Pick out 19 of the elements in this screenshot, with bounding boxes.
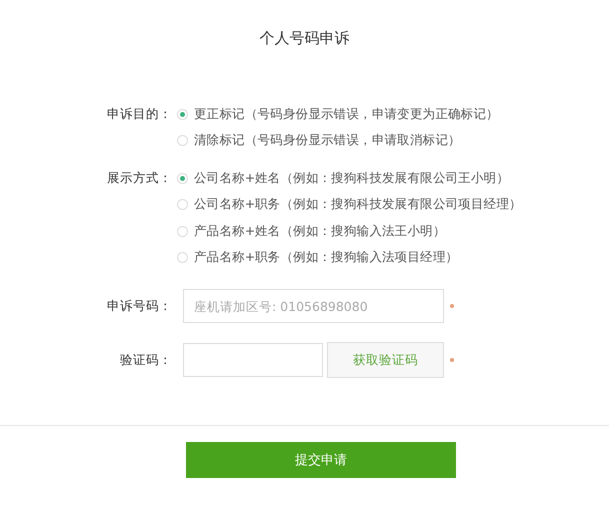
page-title: 个人号码申诉	[258, 28, 350, 49]
radio-label[interactable]: 产品名称+姓名（例如：搜狗输入法王小明）	[194, 222, 446, 240]
radio-label[interactable]: 更正标记（号码身份显示错误，申请变更为正确标记）	[194, 106, 499, 123]
radio-label[interactable]: 产品名称+职务（例如：搜狗输入法项目经理）	[194, 249, 458, 266]
radio-button[interactable]	[177, 135, 188, 146]
field-label: 展示方式：	[106, 169, 172, 187]
radio-button[interactable]	[177, 172, 188, 184]
radio-button[interactable]	[177, 199, 188, 210]
field-label: 申诉号码：	[106, 297, 172, 315]
radio-label[interactable]: 清除标记（号码身份显示错误，申请取消标记）	[194, 132, 461, 150]
radio-button[interactable]	[177, 252, 188, 264]
radio-label[interactable]: 公司名称+姓名（例如：搜狗科技发展有限公司王小明）	[194, 170, 509, 187]
radio-label[interactable]: 公司名称+职务（例如：搜狗科技发展有限公司项目经理）	[194, 196, 522, 214]
field-label: 申诉目的：	[106, 105, 172, 123]
code-input-field[interactable]	[183, 343, 323, 377]
radio-button[interactable]	[177, 108, 188, 120]
field-label: 验证码：	[119, 351, 172, 369]
radio-button[interactable]	[177, 226, 188, 237]
phone-input-field[interactable]: 座机请加区号: 01056898080	[183, 289, 444, 323]
